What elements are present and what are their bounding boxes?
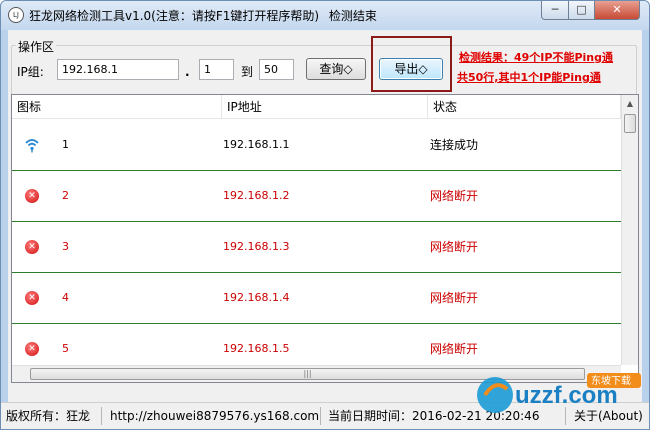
result-line-2: 共50行,其中1个IP能Ping通: [457, 71, 601, 84]
window-title: 狂龙网络检测工具v1.0(注意：请按F1键打开程序帮助) 检测结束: [29, 7, 377, 24]
list-row[interactable]: 1 192.168.1.1 连接成功: [12, 120, 621, 171]
result-line-1: 检测结果：49个IP不能Ping通: [459, 51, 613, 64]
list-header: 图标 IP地址 状态: [12, 95, 621, 119]
row-ip: 192.168.1.3: [223, 240, 290, 253]
export-button[interactable]: 导出◇: [379, 58, 443, 80]
close-button[interactable]: ✕: [594, 1, 640, 20]
row-number: 2: [62, 189, 69, 202]
error-icon: ✕: [25, 342, 39, 356]
status-copyright: 版权所有：狂龙: [6, 409, 91, 423]
row-status: 网络断开: [430, 291, 479, 305]
status-separator: [320, 407, 321, 425]
list-row[interactable]: ✕ 4 192.168.1.4 网络断开: [12, 273, 621, 324]
list-row[interactable]: ✕ 3 192.168.1.3 网络断开: [12, 222, 621, 273]
app-icon: LJ: [8, 7, 24, 23]
app-window: LJ 狂龙网络检测工具v1.0(注意：请按F1键打开程序帮助) 检测结束 ─ □…: [0, 0, 650, 430]
close-icon: ✕: [612, 3, 622, 16]
range-start-input[interactable]: 1: [199, 59, 234, 80]
maximize-button[interactable]: □: [568, 1, 595, 20]
window-title-main: 狂龙网络检测工具v1.0(注意：请按F1键打开程序帮助): [29, 9, 320, 23]
title-bar[interactable]: LJ 狂龙网络检测工具v1.0(注意：请按F1键打开程序帮助) 检测结束 ─ □…: [1, 1, 649, 30]
error-icon: ✕: [25, 240, 39, 254]
to-label: 到: [241, 65, 254, 79]
ip-dot-separator: .: [185, 65, 190, 79]
row-number: 1: [62, 138, 69, 151]
row-ip: 192.168.1.4: [223, 291, 290, 304]
maximize-icon: □: [576, 3, 587, 16]
row-status: 网络断开: [430, 189, 479, 203]
window-title-status: 检测结束: [328, 9, 377, 23]
vertical-scrollbar[interactable]: ▲: [621, 95, 638, 365]
client-area: 操作区 IP组: 192.168.1 . 1 到 50 查询◇ 导出◇ 检测结果…: [8, 30, 642, 402]
row-ip: 192.168.1.1: [223, 138, 290, 151]
list-row[interactable]: ✕ 2 192.168.1.2 网络断开: [12, 171, 621, 222]
group-title: 操作区: [16, 38, 57, 55]
ip-list-view[interactable]: 图标 IP地址 状态 1 192.168.1.1 连接成功 ✕ 2 192.16…: [11, 94, 639, 383]
column-header-ip[interactable]: IP地址: [222, 95, 428, 119]
minimize-button[interactable]: ─: [541, 1, 569, 20]
range-end-input[interactable]: 50: [259, 59, 294, 80]
query-button[interactable]: 查询◇: [306, 58, 366, 80]
column-header-icon[interactable]: 图标: [12, 95, 222, 119]
error-icon: ✕: [25, 189, 39, 203]
row-status: 连接成功: [430, 138, 479, 152]
status-separator: [101, 407, 102, 425]
ip-group-label: IP组:: [17, 65, 44, 79]
row-status: 网络断开: [430, 240, 479, 254]
vertical-scroll-thumb[interactable]: [624, 114, 636, 133]
row-number: 4: [62, 291, 69, 304]
wifi-icon: [25, 139, 39, 153]
minimize-icon: ─: [551, 3, 559, 16]
row-ip: 192.168.1.2: [223, 189, 290, 202]
watermark-badge: 东坡下载: [591, 374, 631, 387]
uzzf-watermark-logo: uzzf.com 东坡下载: [477, 373, 641, 413]
row-number: 3: [62, 240, 69, 253]
scroll-up-icon[interactable]: ▲: [622, 95, 638, 112]
column-header-status[interactable]: 状态: [428, 95, 621, 119]
ip-prefix-input[interactable]: 192.168.1: [57, 59, 179, 80]
status-url[interactable]: http://zhouwei8879576.ys168.com: [107, 407, 319, 425]
error-icon: ✕: [25, 291, 39, 305]
